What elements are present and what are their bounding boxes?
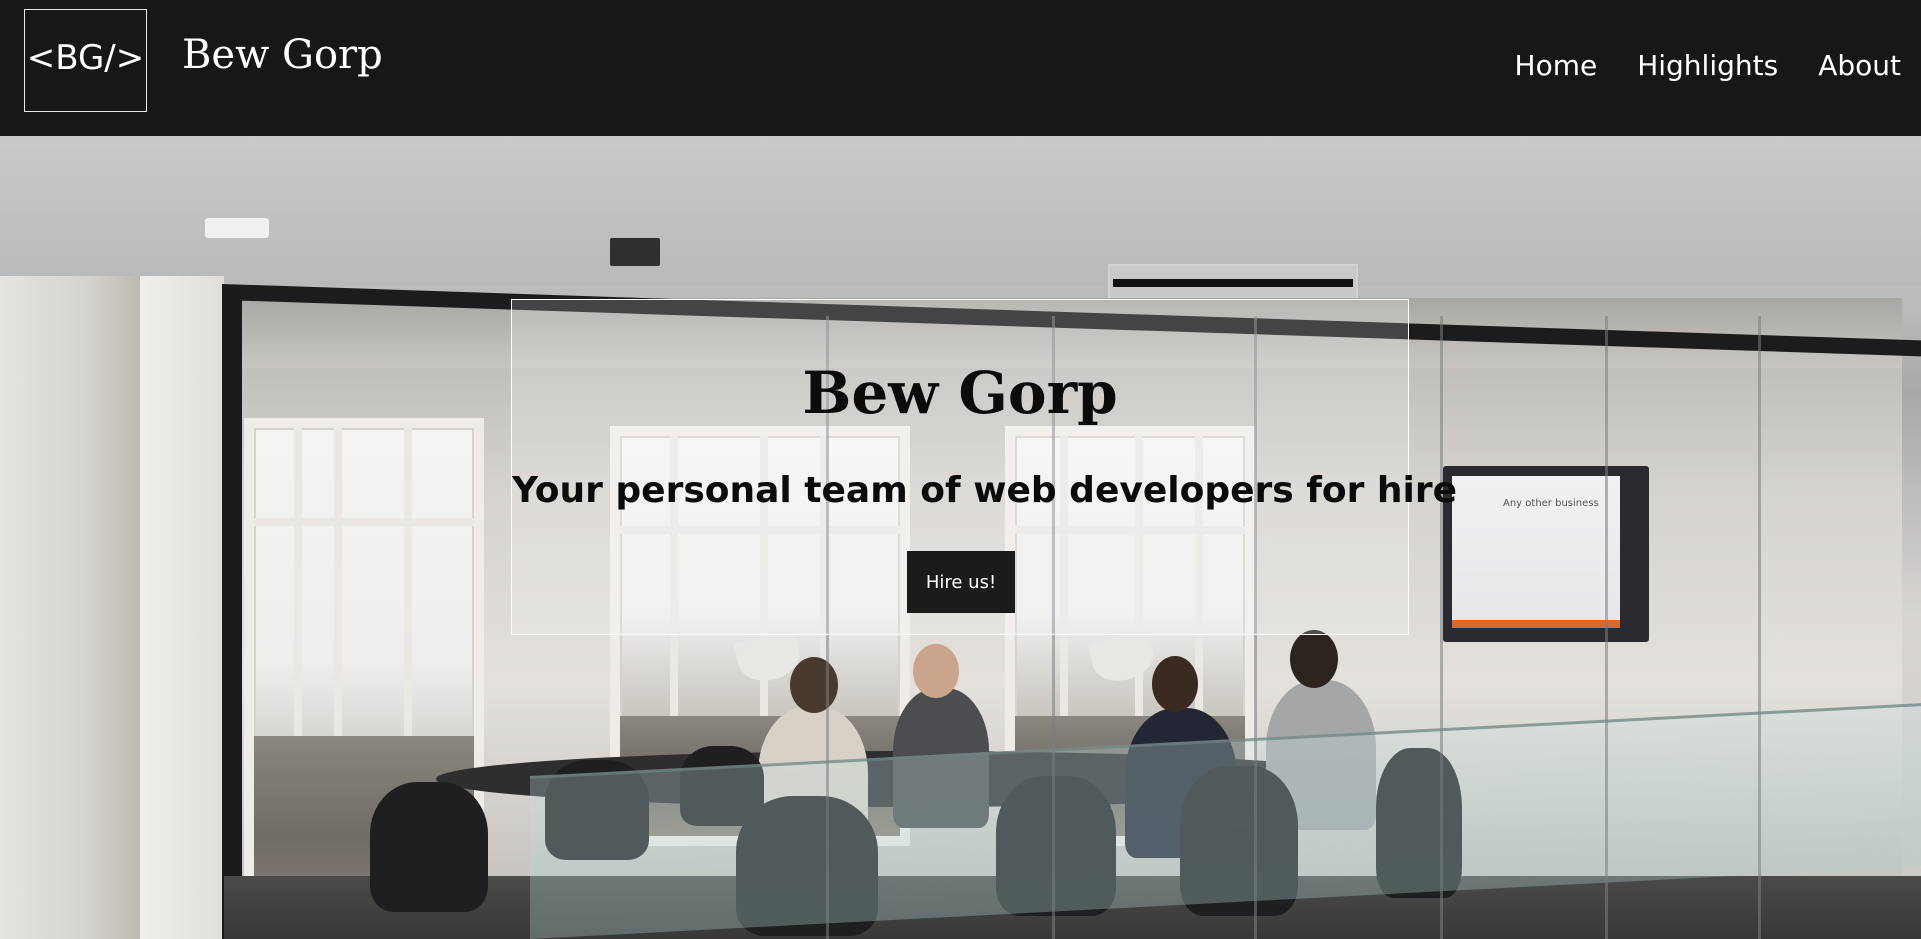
wall-tv-screen-text: Any other business (1503, 498, 1599, 509)
person-3-head (1152, 656, 1198, 712)
hero-title: Bew Gorp (802, 359, 1118, 427)
ceiling-sensor (205, 218, 269, 238)
site-header: <BG/> Bew Gorp Home Highlights About (0, 0, 1921, 136)
glass-seam-4 (1440, 316, 1443, 939)
left-wall (0, 276, 140, 939)
left-pillar (140, 276, 224, 939)
ceiling (0, 136, 1921, 286)
nav-link-home[interactable]: Home (1515, 46, 1598, 86)
air-vent-slot (1113, 279, 1353, 287)
hero-section: Any other business Bew Gorp Your persona… (0, 136, 1921, 939)
hero-card: Bew Gorp Your personal team of web devel… (511, 299, 1458, 635)
glass-wall-frame-left (222, 286, 242, 939)
chair-1 (370, 782, 488, 912)
person-1-head (790, 657, 838, 713)
nav-link-about[interactable]: About (1818, 46, 1901, 86)
hire-us-button[interactable]: Hire us! (907, 551, 1015, 613)
wall-tv-screen-bar (1452, 620, 1620, 628)
site-logo[interactable]: <BG/> (24, 9, 147, 112)
nav-link-highlights[interactable]: Highlights (1637, 46, 1778, 86)
logo-text: <BG/> (26, 37, 145, 78)
glass-seam-5 (1605, 316, 1608, 939)
person-4-head (1290, 630, 1338, 688)
brand-name[interactable]: Bew Gorp (182, 30, 383, 80)
main-nav: Home Highlights About (1475, 46, 1901, 86)
hero-subtitle: Your personal team of web developers for… (512, 470, 1458, 511)
glass-seam-6 (1758, 316, 1761, 939)
wall-socket (610, 238, 660, 266)
person-2-head (913, 644, 959, 698)
